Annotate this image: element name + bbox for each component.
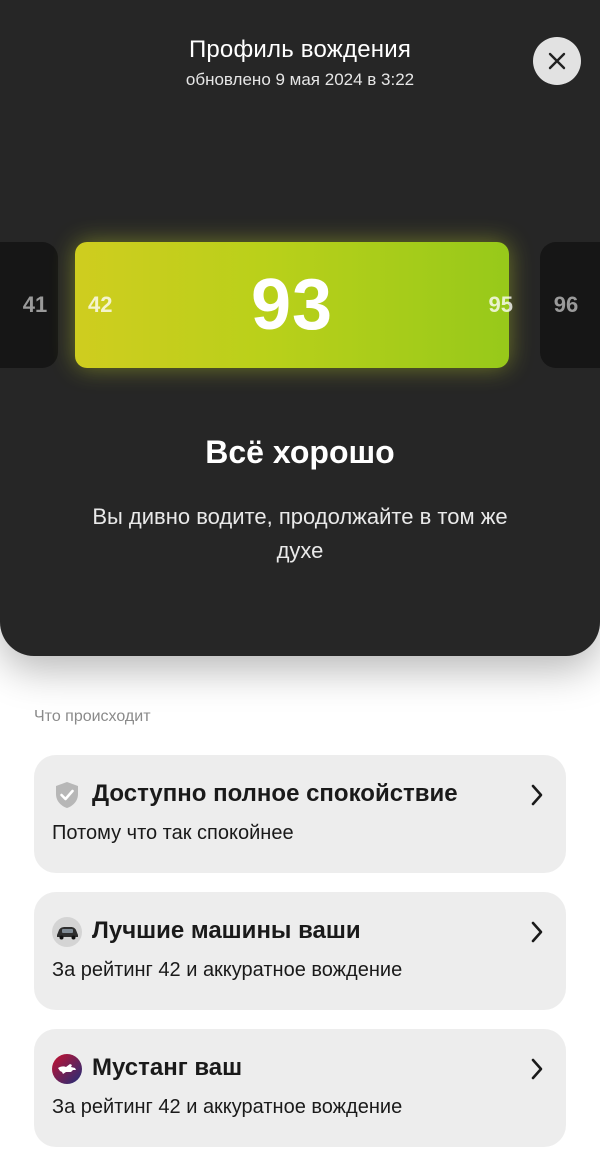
card-title: Мустанг ваш xyxy=(92,1054,243,1081)
card-subtitle: Потому что так спокойнее xyxy=(52,822,294,844)
chevron-right-icon xyxy=(531,921,543,943)
rating-next-value: 96 xyxy=(553,292,579,317)
shield-check-icon xyxy=(52,780,82,810)
card-title: Лучшие машины ваши xyxy=(92,917,361,944)
rating-card-current[interactable]: 42 93 95 xyxy=(75,242,513,368)
rating-card-next[interactable]: 96 xyxy=(540,242,600,368)
benefit-card-best-cars[interactable]: Лучшие машины ваши За рейтинг 42 и аккур… xyxy=(34,892,566,1010)
chevron-right-icon xyxy=(531,1058,543,1080)
updated-timestamp: обновлено 9 мая 2024 в 3:22 xyxy=(185,70,415,89)
driving-profile-panel: Профиль вождения обновлено 9 мая 2024 в … xyxy=(0,0,600,656)
close-button[interactable] xyxy=(533,37,581,85)
section-label: Что происходит xyxy=(34,708,151,725)
rating-peek-right: 95 xyxy=(488,292,513,317)
status-title: Всё хорошо xyxy=(205,434,395,470)
rating-carousel[interactable]: 41 42 93 95 96 xyxy=(0,242,600,368)
close-icon xyxy=(548,52,566,70)
page-title: Профиль вождения xyxy=(188,36,412,63)
rating-score: 93 xyxy=(250,265,334,345)
card-subtitle: За рейтинг 42 и аккуратное вождение xyxy=(52,959,403,981)
benefit-card-mustang[interactable]: Мустанг ваш За рейтинг 42 и аккуратное в… xyxy=(34,1029,566,1147)
rating-previous-value: 41 xyxy=(22,292,48,317)
chevron-right-icon xyxy=(531,784,543,806)
status-description: Вы дивно водите, продолжайте в том же ду… xyxy=(92,504,508,563)
rating-card-previous[interactable]: 41 xyxy=(0,242,58,368)
card-subtitle: За рейтинг 42 и аккуратное вождение xyxy=(52,1096,403,1118)
car-icon xyxy=(52,917,82,947)
benefit-card-calm[interactable]: Доступно полное спокойствие Потому что т… xyxy=(34,755,566,873)
mustang-logo-icon xyxy=(52,1054,82,1084)
card-title: Доступно полное спокойствие xyxy=(92,780,458,807)
